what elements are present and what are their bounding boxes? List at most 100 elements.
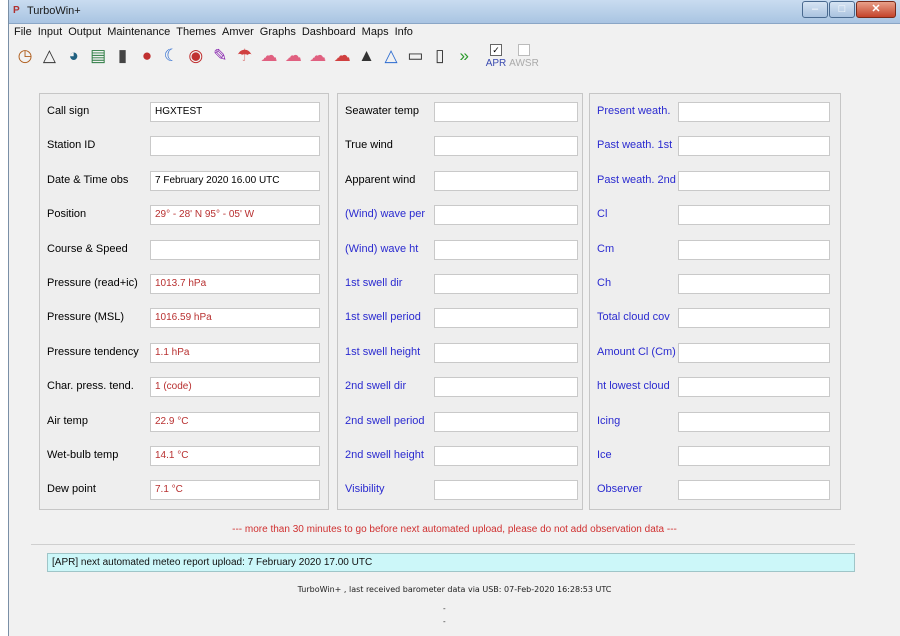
label-1st-swell-period: 1st swell period <box>345 311 421 324</box>
field-observer[interactable] <box>678 480 830 501</box>
title-bar[interactable]: P TurboWin+ – □ ✕ <box>9 0 900 24</box>
field-air-temp[interactable]: 22.9 °C <box>150 411 320 432</box>
field-visibility[interactable] <box>434 480 578 501</box>
field-amount-cl-cm[interactable] <box>678 342 830 363</box>
seawater-temp-icon[interactable]: ● <box>137 46 157 66</box>
row-seawater-temp: Seawater temp <box>338 102 582 122</box>
field-past-weath-2nd[interactable] <box>678 170 830 191</box>
field-call-sign[interactable]: HGXTEST <box>150 102 320 122</box>
cloud-cover-icon[interactable]: ☁ <box>332 46 352 66</box>
field-ice[interactable] <box>678 446 830 466</box>
label-position: Position <box>47 208 87 221</box>
field-char-press-tend[interactable]: 1 (code) <box>150 377 320 398</box>
field-pressure-msl[interactable]: 1016.59 hPa <box>150 308 320 329</box>
row-cl: Cl <box>590 205 840 226</box>
compass-icon[interactable]: △ <box>39 46 59 66</box>
apr-checkbox[interactable]: ✓ <box>490 44 502 56</box>
field-2nd-swell-period[interactable] <box>434 411 578 432</box>
field-ht-lowest-cloud[interactable] <box>678 377 830 398</box>
chart-icon[interactable]: ▤ <box>88 46 108 66</box>
label-pressure-tendency: Pressure tendency <box>47 345 139 358</box>
window-title: TurboWin+ <box>27 5 81 17</box>
moon-icon[interactable]: ☾ <box>161 46 181 66</box>
row-2nd-swell-dir: 2nd swell dir <box>338 377 582 398</box>
thermometer-icon[interactable]: ▮ <box>113 46 133 66</box>
field-wind-wave-ht[interactable] <box>434 239 578 260</box>
maximize-button[interactable]: □ <box>829 1 855 18</box>
menu-file[interactable]: File <box>11 25 35 41</box>
row-amount-cl-cm: Amount Cl (Cm) <box>590 342 840 363</box>
field-true-wind[interactable] <box>434 136 578 157</box>
menu-amver[interactable]: Amver <box>219 25 257 41</box>
label-ice: Ice <box>597 449 612 461</box>
cloud-low-icon[interactable]: ☁ <box>259 46 279 66</box>
label-visibility: Visibility <box>345 483 385 496</box>
forward-icon[interactable]: » <box>454 46 474 66</box>
field-pressure-read-ic[interactable]: 1013.7 hPa <box>150 274 320 294</box>
apr-toggle[interactable]: ✓ APR <box>481 44 511 69</box>
row-cm: Cm <box>590 239 840 260</box>
field-position[interactable]: 29° - 28' N 95° - 05' W <box>150 205 320 226</box>
pen-icon[interactable]: ✎ <box>210 46 230 66</box>
field-1st-swell-height[interactable] <box>434 342 578 363</box>
field-course-speed[interactable] <box>150 239 320 260</box>
menu-maps[interactable]: Maps <box>359 25 392 41</box>
field-date-time-obs[interactable]: 7 February 2020 16.00 UTC <box>150 170 320 191</box>
label-observer: Observer <box>597 483 643 496</box>
field-past-weath-1st[interactable] <box>678 136 830 157</box>
field-1st-swell-period[interactable] <box>434 308 578 329</box>
row-past-weath-1st: Past weath. 1st <box>590 136 840 157</box>
label-true-wind: True wind <box>345 139 393 152</box>
label-total-cloud-cov: Total cloud cov <box>597 311 670 324</box>
field-2nd-swell-height[interactable] <box>434 446 578 466</box>
field-present-weath[interactable] <box>678 102 830 122</box>
field-wind-wave-per[interactable] <box>434 205 578 226</box>
field-wet-bulb-temp[interactable]: 14.1 °C <box>150 446 320 466</box>
menu-maintenance[interactable]: Maintenance <box>104 25 173 41</box>
field-dew-point[interactable]: 7.1 °C <box>150 480 320 501</box>
sea-wind-panel: Seawater temp True wind Apparent wind (Wind… <box>337 93 583 510</box>
clock-icon[interactable]: ◷ <box>15 46 35 66</box>
menu-dashboard[interactable]: Dashboard <box>299 25 359 41</box>
cloud-high-icon[interactable]: ☁ <box>308 46 328 66</box>
field-cl[interactable] <box>678 205 830 226</box>
minimize-button[interactable]: – <box>802 1 828 18</box>
document-icon[interactable]: ▭ <box>405 46 425 66</box>
cloud-middle-icon[interactable]: ☁ <box>283 46 303 66</box>
menu-themes[interactable]: Themes <box>173 25 219 41</box>
barometer-icon[interactable]: ◕ <box>64 46 84 66</box>
binoculars-icon[interactable]: ◉ <box>186 46 206 66</box>
menu-graphs[interactable]: Graphs <box>257 25 299 41</box>
field-apparent-wind[interactable] <box>434 170 578 191</box>
ship-icon[interactable]: ▲ <box>357 46 377 66</box>
menu-info[interactable]: Info <box>392 25 416 41</box>
menu-bar: File Input Output Maintenance Themes Amver Gra… <box>9 25 900 41</box>
field-ch[interactable] <box>678 274 830 294</box>
label-1st-swell-height: 1st swell height <box>345 345 421 358</box>
row-1st-swell-height: 1st swell height <box>338 342 582 363</box>
field-seawater-temp[interactable] <box>434 102 578 122</box>
umbrella-icon[interactable]: ☂ <box>235 46 255 66</box>
label-wet-bulb-temp: Wet-bulb temp <box>47 449 119 461</box>
field-pressure-tendency[interactable]: 1.1 hPa <box>150 342 320 363</box>
menu-input[interactable]: Input <box>35 25 65 41</box>
label-station-id: Station ID <box>47 139 96 152</box>
row-total-cloud-cov: Total cloud cov <box>590 308 840 329</box>
wave-icon[interactable]: △ <box>381 46 401 66</box>
field-2nd-swell-dir[interactable] <box>434 377 578 398</box>
close-button[interactable]: ✕ <box>856 1 896 18</box>
field-1st-swell-dir[interactable] <box>434 274 578 294</box>
label-2nd-swell-period: 2nd swell period <box>345 414 425 427</box>
awsr-toggle: AWSR <box>509 44 539 69</box>
field-cm[interactable] <box>678 239 830 260</box>
field-station-id[interactable] <box>150 136 320 157</box>
row-ht-lowest-cloud: ht lowest cloud <box>590 377 840 398</box>
label-date-time-obs: Date & Time obs <box>47 173 129 186</box>
field-total-cloud-cov[interactable] <box>678 308 830 329</box>
menu-output[interactable]: Output <box>65 25 104 41</box>
phone-icon[interactable]: ▯ <box>430 46 450 66</box>
row-icing: Icing <box>590 411 840 432</box>
field-icing[interactable] <box>678 411 830 432</box>
station-panel: Call sign HGXTEST Station ID Date & Time ob… <box>39 93 329 510</box>
row-apparent-wind: Apparent wind <box>338 170 582 191</box>
